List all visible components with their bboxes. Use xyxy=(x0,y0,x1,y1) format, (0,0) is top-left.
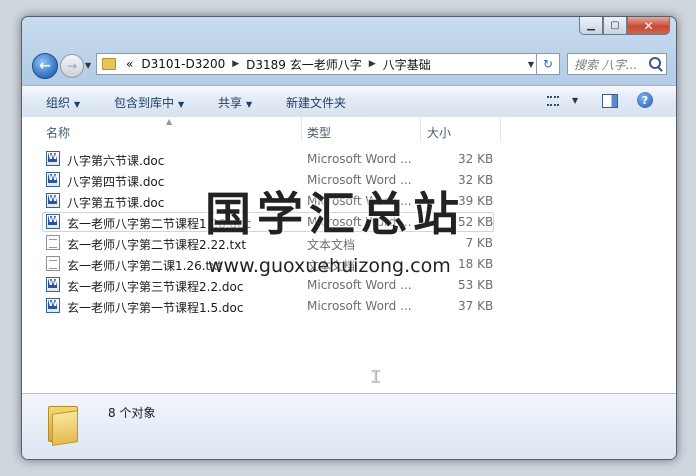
watermark-url: www.guoxuehuizong.com xyxy=(208,255,451,277)
file-size: 18 KB xyxy=(458,257,494,271)
chevron-right-icon[interactable]: ▶ xyxy=(366,59,379,69)
file-row[interactable]: 玄一老师八字第三节课程2.2.doc Microsoft Word ... 53… xyxy=(22,275,676,296)
text-document-icon xyxy=(46,235,60,250)
word-document-icon xyxy=(46,214,60,229)
column-name[interactable]: 名称 xyxy=(46,124,70,141)
address-bar[interactable]: « D3101-D3200 ▶ D3189 玄一老师八字 ▶ 八字基础 ▼ xyxy=(96,53,540,75)
word-document-icon xyxy=(46,298,60,313)
column-size[interactable]: 大小 xyxy=(427,124,451,141)
column-divider[interactable] xyxy=(301,117,302,142)
file-name: 玄一老师八字第一节课程1.5.doc xyxy=(67,301,244,315)
column-type[interactable]: 类型 xyxy=(307,124,331,141)
search-icon[interactable] xyxy=(649,57,661,69)
file-name: 八字第四节课.doc xyxy=(67,175,165,189)
breadcrumb-bazi-basics[interactable]: 八字基础 xyxy=(379,56,435,73)
sort-ascending-icon: ▲ xyxy=(166,117,173,126)
preview-pane-icon[interactable] xyxy=(602,94,618,108)
refresh-button[interactable]: ↻ xyxy=(536,53,560,75)
chevron-down-icon: ▼ xyxy=(178,100,185,109)
chevron-down-icon: ▼ xyxy=(246,100,253,109)
item-count: 8 个对象 xyxy=(108,406,156,420)
details-pane: 8 个对象 xyxy=(22,393,676,459)
recent-pages-dropdown-icon[interactable]: ▼ xyxy=(85,61,91,70)
breadcrumb-d3189[interactable]: D3189 玄一老师八字 xyxy=(242,56,366,73)
search-placeholder: 搜索 八字... xyxy=(574,57,638,72)
maximize-button[interactable]: ▢ xyxy=(603,17,627,35)
forward-button[interactable]: → xyxy=(60,54,84,78)
folder-icon xyxy=(48,406,78,446)
chevron-down-icon[interactable]: ▼ xyxy=(572,96,578,105)
back-button[interactable]: ← xyxy=(32,53,58,79)
file-name: 玄一老师八字第三节课程2.2.doc xyxy=(67,280,244,294)
breadcrumb-d3101[interactable]: D3101-D3200 xyxy=(137,57,229,71)
word-document-icon xyxy=(46,172,60,187)
column-divider[interactable] xyxy=(420,117,421,142)
file-row[interactable]: 玄一老师八字第一节课程1.5.doc Microsoft Word ... 37… xyxy=(22,296,676,317)
file-row[interactable]: 八字第六节课.doc Microsoft Word ... 32 KB xyxy=(22,149,676,170)
word-document-icon xyxy=(46,277,60,292)
breadcrumb-overflow[interactable]: « xyxy=(122,57,137,71)
watermark-title: 国学汇总站 xyxy=(205,187,465,241)
include-in-library-label: 包含到库中 xyxy=(114,96,175,110)
file-size: 32 KB xyxy=(458,152,494,166)
help-icon[interactable]: ? xyxy=(637,92,653,108)
file-name: 玄一老师八字第二课1.26.txt xyxy=(67,259,223,273)
new-folder-button[interactable]: 新建文件夹 xyxy=(286,94,346,111)
cursor-icon: ⌶ xyxy=(371,367,381,386)
close-button[interactable]: ✕ xyxy=(627,17,670,35)
file-type: Microsoft Word ... xyxy=(307,152,412,166)
file-name: 八字第六节课.doc xyxy=(67,154,165,168)
column-header: ▲ 名称 类型 大小 xyxy=(22,117,676,142)
word-document-icon xyxy=(46,151,60,166)
file-type: Microsoft Word ... xyxy=(307,299,412,313)
share-label: 共享 xyxy=(218,96,243,110)
folder-icon xyxy=(102,58,116,70)
share-menu[interactable]: 共享 ▼ xyxy=(218,94,252,111)
file-type: Microsoft Word ... xyxy=(307,278,412,292)
text-document-icon xyxy=(46,256,60,271)
view-options-icon[interactable] xyxy=(547,96,559,106)
column-divider[interactable] xyxy=(500,117,501,142)
window-controls: ▁ ▢ ✕ xyxy=(579,17,670,35)
search-input[interactable]: 搜索 八字... xyxy=(567,53,667,75)
word-document-icon xyxy=(46,193,60,208)
organize-menu[interactable]: 组织 ▼ xyxy=(46,94,80,111)
file-size: 37 KB xyxy=(458,299,494,313)
minimize-button[interactable]: ▁ xyxy=(579,17,603,35)
chevron-down-icon: ▼ xyxy=(74,100,81,109)
command-bar: 组织 ▼ 包含到库中 ▼ 共享 ▼ 新建文件夹 ▼ ? xyxy=(22,85,676,118)
file-size: 53 KB xyxy=(458,278,494,292)
chevron-right-icon[interactable]: ▶ xyxy=(229,59,242,69)
organize-label: 组织 xyxy=(46,96,71,110)
include-in-library-menu[interactable]: 包含到库中 ▼ xyxy=(114,94,184,111)
file-name: 八字第五节课.doc xyxy=(67,196,165,210)
